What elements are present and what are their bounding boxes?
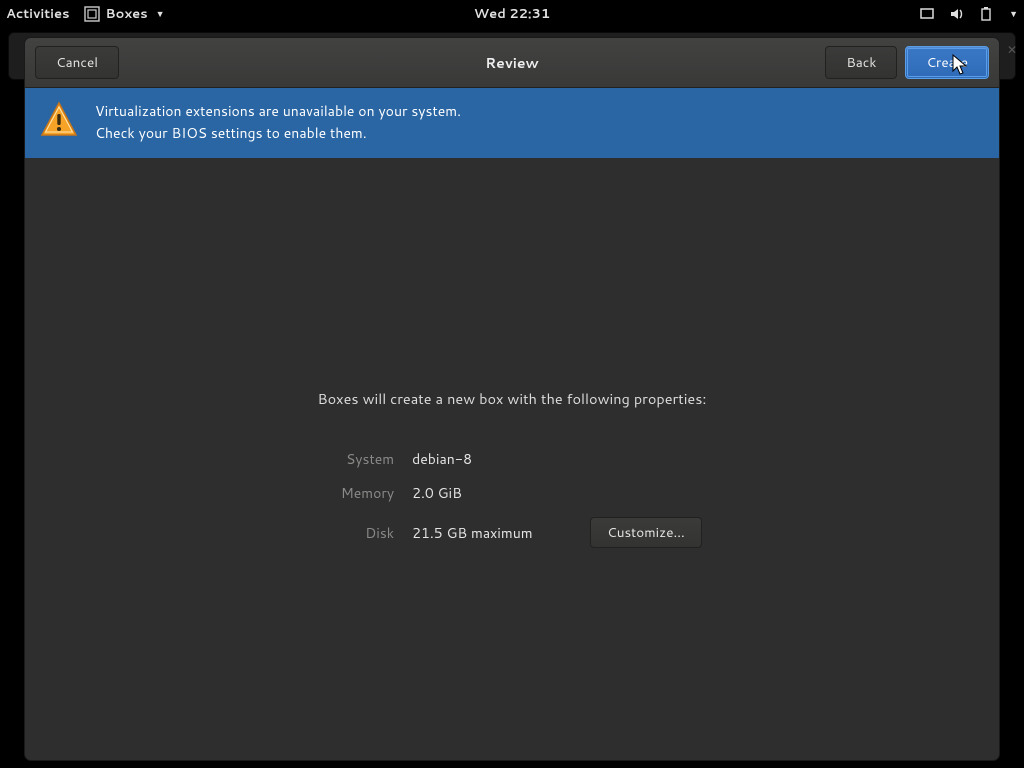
chevron-down-icon[interactable]: ▼	[1009, 7, 1018, 20]
gnome-topbar: Activities Boxes ▼ Wed 22:31 ▼	[0, 0, 1024, 27]
activities-button[interactable]: Activities	[6, 5, 70, 23]
back-button[interactable]: Back	[825, 46, 897, 79]
warning-banner: Virtualization extensions are unavailabl…	[25, 88, 999, 158]
create-button[interactable]: Create	[905, 46, 989, 79]
battery-icon[interactable]	[979, 6, 993, 22]
app-menu-label: Boxes	[106, 5, 148, 23]
system-label: System	[322, 449, 394, 469]
system-value: debian-8	[412, 449, 572, 469]
boxes-app-icon	[84, 6, 100, 22]
dialog-header: Cancel Review Back Create	[25, 38, 999, 88]
warning-line-1: Virtualization extensions are unavailabl…	[95, 101, 461, 123]
dialog-title: Review	[485, 53, 539, 73]
disk-label: Disk	[322, 523, 394, 543]
dialog-body: Boxes will create a new box with the fol…	[25, 158, 999, 760]
review-dialog: Cancel Review Back Create Virtualization…	[24, 37, 1000, 761]
screen-icon[interactable]	[919, 6, 935, 22]
customize-button[interactable]: Customize…	[590, 517, 702, 548]
volume-icon[interactable]	[949, 6, 965, 22]
review-intro: Boxes will create a new box with the fol…	[318, 388, 707, 409]
memory-value: 2.0 GiB	[412, 483, 572, 503]
warning-icon	[39, 100, 79, 146]
app-menu[interactable]: Boxes ▼	[84, 5, 165, 23]
cancel-button[interactable]: Cancel	[35, 46, 119, 79]
disk-value: 21.5 GB maximum	[412, 523, 572, 543]
warning-line-2: Check your BIOS settings to enable them.	[95, 123, 461, 145]
clock[interactable]: Wed 22:31	[474, 5, 550, 23]
properties-grid: System debian-8 Memory 2.0 GiB Disk 21.5…	[322, 449, 702, 548]
memory-label: Memory	[322, 483, 394, 503]
chevron-down-icon: ▼	[156, 7, 165, 20]
